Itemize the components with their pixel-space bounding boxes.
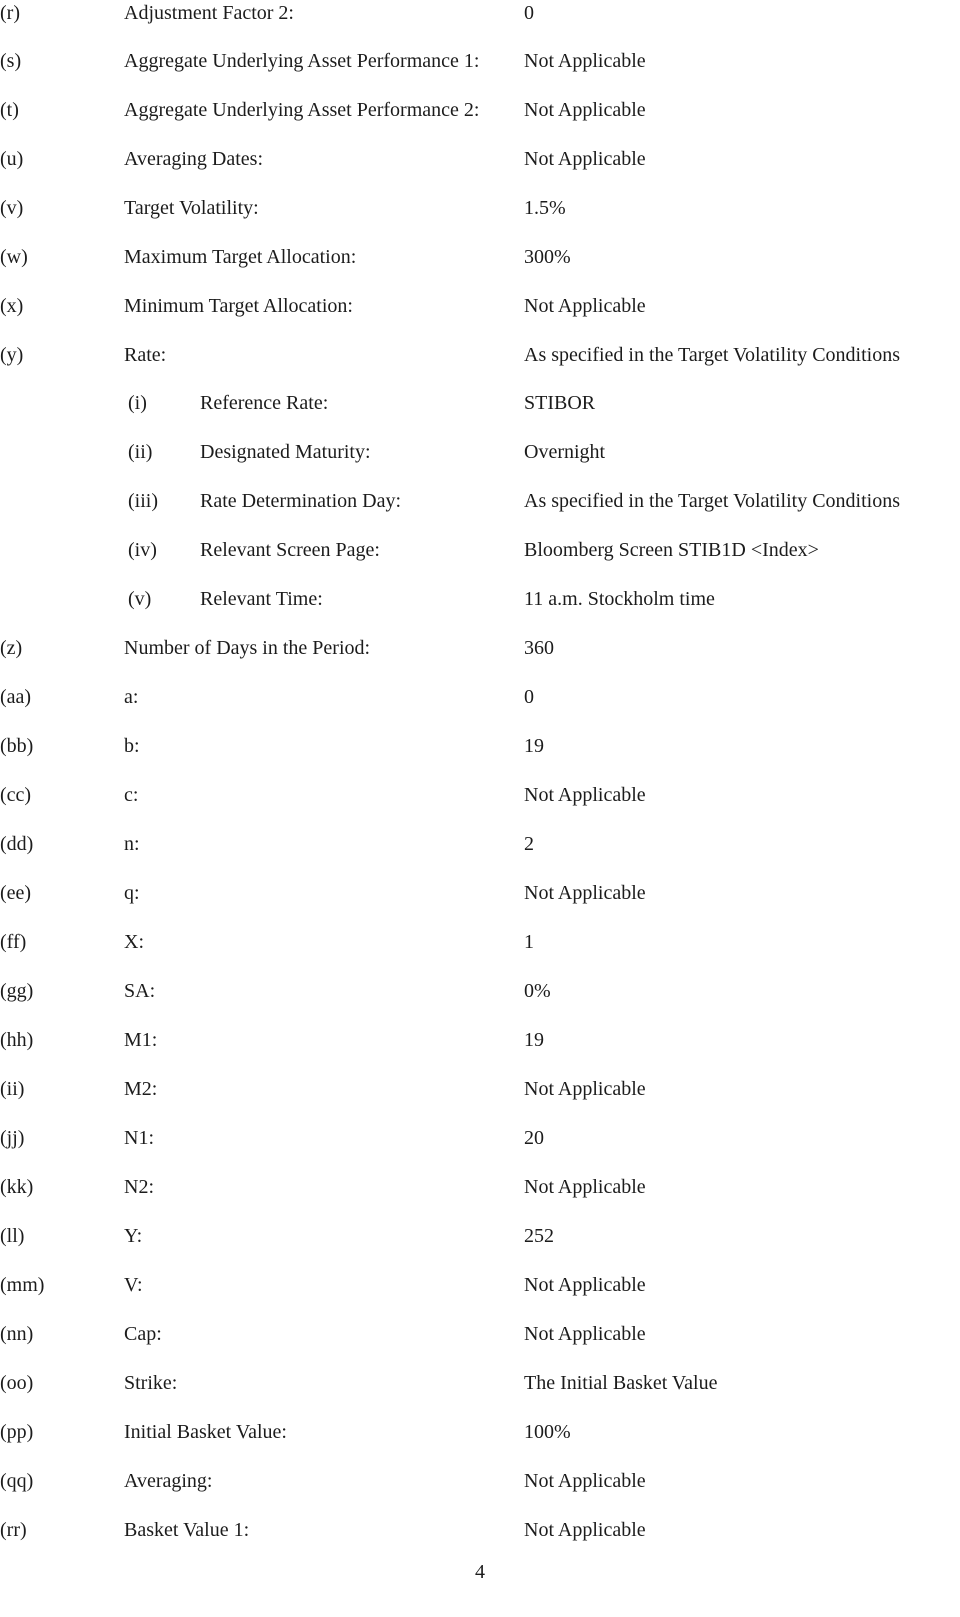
row-value: 19 bbox=[524, 1029, 544, 1051]
row-marker: (v) bbox=[128, 588, 152, 610]
row-label: X: bbox=[124, 931, 144, 953]
row-label: Relevant Time: bbox=[200, 588, 323, 610]
row-label: n: bbox=[124, 833, 140, 855]
row-marker: (v) bbox=[0, 197, 24, 219]
row-value: Not Applicable bbox=[524, 1176, 646, 1198]
row-marker: (mm) bbox=[0, 1274, 45, 1296]
row-marker: (y) bbox=[0, 344, 24, 366]
row-label: Minimum Target Allocation: bbox=[124, 295, 353, 317]
row-marker: (jj) bbox=[0, 1127, 25, 1149]
row-label: N1: bbox=[124, 1127, 154, 1149]
row-marker: (dd) bbox=[0, 833, 34, 855]
row-value: Bloomberg Screen STIB1D <Index> bbox=[524, 539, 819, 561]
row-label: q: bbox=[124, 882, 140, 904]
row-label: V: bbox=[124, 1274, 143, 1296]
row-value: STIBOR bbox=[524, 392, 596, 414]
row-value: 1 bbox=[524, 931, 534, 953]
row-label: Target Volatility: bbox=[124, 197, 259, 219]
row-value: Not Applicable bbox=[524, 784, 646, 806]
row-label: Rate Determination Day: bbox=[200, 490, 402, 512]
row-value: Overnight bbox=[524, 441, 606, 463]
row-value: 19 bbox=[524, 735, 544, 757]
row-label: c: bbox=[124, 784, 139, 806]
row-value: Not Applicable bbox=[524, 99, 646, 121]
row-marker: (cc) bbox=[0, 784, 32, 806]
row-label: b: bbox=[124, 735, 140, 757]
row-label: Y: bbox=[124, 1225, 143, 1247]
row-value: 0% bbox=[524, 980, 551, 1002]
row-value: Not Applicable bbox=[524, 1078, 646, 1100]
row-marker: (kk) bbox=[0, 1176, 34, 1198]
row-marker: (iii) bbox=[128, 490, 158, 512]
row-marker: (gg) bbox=[0, 980, 34, 1002]
row-value: 360 bbox=[524, 637, 554, 659]
row-value: Not Applicable bbox=[524, 148, 646, 170]
row-value: Not Applicable bbox=[524, 295, 646, 317]
row-value: Not Applicable bbox=[524, 882, 646, 904]
row-label: Designated Maturity: bbox=[200, 441, 371, 463]
row-label: Aggregate Underlying Asset Performance 1… bbox=[124, 50, 480, 72]
row-value: 0 bbox=[524, 686, 534, 708]
row-label: Reference Rate: bbox=[200, 392, 329, 414]
row-marker: (bb) bbox=[0, 735, 34, 757]
row-label: Initial Basket Value: bbox=[124, 1421, 287, 1443]
row-marker: (nn) bbox=[0, 1323, 34, 1345]
row-marker: (w) bbox=[0, 246, 28, 268]
row-label: Averaging Dates: bbox=[124, 148, 264, 170]
row-label: Rate: bbox=[124, 344, 167, 366]
row-marker: (hh) bbox=[0, 1029, 34, 1051]
row-value: 300% bbox=[524, 246, 571, 268]
row-marker: (i) bbox=[128, 392, 147, 414]
row-label: M1: bbox=[124, 1029, 158, 1051]
row-marker: (t) bbox=[0, 99, 19, 121]
row-marker: (s) bbox=[0, 50, 22, 72]
row-marker: (z) bbox=[0, 637, 23, 659]
row-marker: (ii) bbox=[128, 441, 153, 463]
row-label: Aggregate Underlying Asset Performance 2… bbox=[124, 99, 480, 121]
row-marker: (ii) bbox=[0, 1078, 25, 1100]
row-label: Strike: bbox=[124, 1372, 178, 1394]
row-value: Not Applicable bbox=[524, 1519, 646, 1541]
row-marker: (u) bbox=[0, 148, 24, 170]
row-marker: (x) bbox=[0, 295, 24, 317]
row-value: Not Applicable bbox=[524, 50, 646, 72]
row-marker: (ee) bbox=[0, 882, 32, 904]
row-label: a: bbox=[124, 686, 139, 708]
row-label: Number of Days in the Period: bbox=[124, 637, 371, 659]
row-label: Cap: bbox=[124, 1323, 162, 1345]
row-value: 2 bbox=[524, 833, 534, 855]
row-marker: (pp) bbox=[0, 1421, 34, 1443]
row-label: N2: bbox=[124, 1176, 154, 1198]
row-marker: (aa) bbox=[0, 686, 32, 708]
row-value: 100% bbox=[524, 1421, 571, 1443]
row-value: 11 a.m. Stockholm time bbox=[524, 588, 715, 610]
row-value: 252 bbox=[524, 1225, 554, 1247]
row-marker: (oo) bbox=[0, 1372, 34, 1394]
row-marker: (qq) bbox=[0, 1470, 34, 1492]
row-value: Not Applicable bbox=[524, 1274, 646, 1296]
row-marker: (iv) bbox=[128, 539, 157, 561]
row-marker: (rr) bbox=[0, 1519, 27, 1541]
row-value: Not Applicable bbox=[524, 1470, 646, 1492]
page-number: 4 bbox=[475, 1561, 485, 1583]
row-label: SA: bbox=[124, 980, 156, 1002]
row-label: M2: bbox=[124, 1078, 158, 1100]
row-marker: (ll) bbox=[0, 1225, 25, 1247]
document-page: (r) Adjustment Factor 2: 0 (s) Aggregate Und… bbox=[0, 0, 960, 1617]
row-value: 0 bbox=[524, 2, 534, 24]
row-value: Not Applicable bbox=[524, 1323, 646, 1345]
row-label: Maximum Target Allocation: bbox=[124, 246, 357, 268]
row-label: Relevant Screen Page: bbox=[200, 539, 380, 561]
row-value: The Initial Basket Value bbox=[524, 1372, 718, 1394]
row-value: 1.5% bbox=[524, 197, 566, 219]
row-label: Averaging: bbox=[124, 1470, 213, 1492]
row-value: 20 bbox=[524, 1127, 544, 1149]
row-value: As specified in the Target Volatility Co… bbox=[524, 490, 900, 512]
row-label: Basket Value 1: bbox=[124, 1519, 250, 1541]
row-value: As specified in the Target Volatility Co… bbox=[524, 344, 900, 366]
row-marker: (ff) bbox=[0, 931, 27, 953]
row-label: Adjustment Factor 2: bbox=[124, 2, 294, 24]
row-marker: (r) bbox=[0, 2, 20, 24]
